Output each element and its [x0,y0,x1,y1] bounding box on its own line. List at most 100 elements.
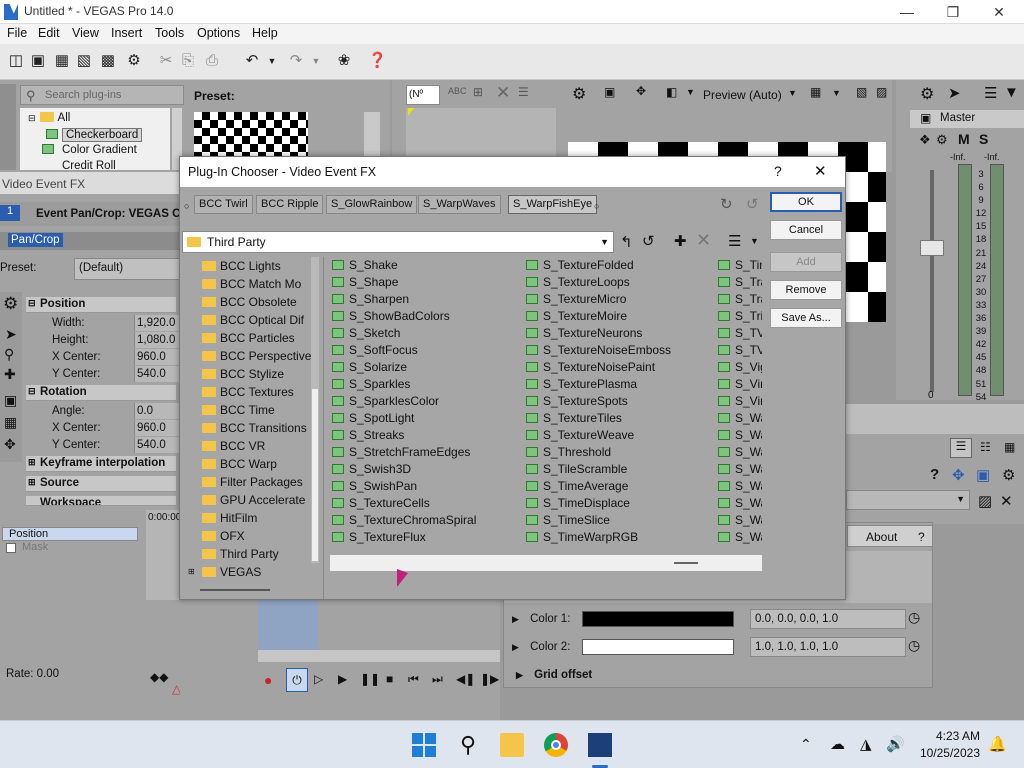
settings-gear-icon[interactable]: ⚙ [126,52,142,70]
whats-this-help-icon[interactable]: ❓ [368,52,387,70]
split-screen-icon[interactable]: ✥ [636,84,646,98]
chain-remove-icon[interactable]: ↺ [746,195,759,213]
go-to-end-icon[interactable]: ⏭ [432,672,443,687]
plugin-item[interactable]: S_Wa [718,530,762,544]
save-icon[interactable]: ▦ [54,52,70,70]
plugin-item[interactable]: S_SparklesColor [332,394,439,408]
menu-options[interactable]: Options [197,26,240,40]
fx-plugin-icon[interactable]: ❀ [336,52,352,70]
chrome-icon[interactable] [544,733,568,757]
plugin-item[interactable]: S_Sharpen [332,292,409,306]
move-icon[interactable]: ✥ [4,436,16,453]
plugin-item[interactable]: S_Shape [332,275,398,289]
record-icon[interactable]: ● [264,672,272,688]
start-menu-icon[interactable] [412,733,436,757]
new-icon[interactable]: ◫ [8,52,24,70]
vegas-taskbar-icon[interactable] [588,733,612,757]
plugin-item[interactable]: S_TextureSpots [526,394,628,408]
property-value[interactable]: 1,920.0 [134,315,180,331]
snap-icon[interactable]: ▣ [4,392,17,409]
plugin-item[interactable]: S_TimeAverage [526,479,628,493]
folder-item[interactable]: BCC Warp [202,457,312,471]
external-monitor-icon[interactable]: ▣ [604,85,615,99]
folder-item[interactable]: HitFilm [202,511,312,525]
rotation-section[interactable]: ⊟ Rotation [26,385,176,401]
plugin-item[interactable]: S_TexturePlasma [526,377,637,391]
menu-help[interactable]: Help [252,26,278,40]
menu-edit[interactable]: Edit [38,26,60,40]
show-hidden-icons-icon[interactable]: ⌃ [800,736,812,753]
pause-icon[interactable]: ❚❚ [360,672,380,686]
search-plugins-input[interactable]: ⚲ Search plug-ins [20,85,184,105]
plugin-item[interactable]: S_Streaks [332,428,404,442]
menu-insert[interactable]: Insert [111,26,142,40]
plugin-item[interactable]: S_TextureChromaSpiral [332,513,476,527]
redo-icon[interactable]: ↷ [288,52,304,70]
new-folder-icon[interactable]: ✚ [674,232,687,250]
color1-animate-icon[interactable]: ◷ [908,609,920,626]
mixer-gear-icon[interactable]: ⚙ [920,84,934,104]
plugin-item[interactable]: S_ShowBadColors [332,309,450,323]
folder-item[interactable]: BCC Time [202,403,312,417]
tree-item-credit-roll[interactable]: Credit Roll [62,160,116,170]
view-details-icon[interactable]: ☷ [980,440,991,454]
solo-button[interactable]: S [979,131,988,147]
property-value[interactable]: 960.0 [134,420,180,436]
dialog-help-button[interactable]: ? [774,163,782,179]
stop-icon[interactable]: ■ [386,672,393,686]
plugin-item[interactable]: S_Sketch [332,326,400,340]
plugin-list-hscroll[interactable] [330,555,762,571]
prev-frame-icon[interactable]: ◀❚ [456,672,475,686]
timeline-scrollbar[interactable] [258,650,500,662]
plugin-item[interactable]: S_Swish3D [332,462,411,476]
folder-item[interactable]: ⊞ VEGAS [188,565,312,579]
folder-item[interactable]: OFX [202,529,312,543]
open-icon[interactable]: ▣ [30,52,46,70]
menu-file[interactable]: File [7,26,27,40]
property-value[interactable]: 1,080.0 [134,332,180,348]
save-snapshot-icon[interactable]: ▨ [876,85,887,99]
play-from-start-icon[interactable]: ▷ [314,672,323,686]
plugin-item[interactable]: S_Vin [718,394,762,408]
overlays-grid-icon[interactable]: ▦ [810,85,821,99]
snap-view-icon[interactable]: ▣ [976,466,990,484]
view-dropdown-icon[interactable]: ▼ [750,236,759,246]
preview-settings-gear-icon[interactable]: ⚙ [572,84,586,104]
go-to-start-icon[interactable]: ⏮ [408,672,419,687]
fit-icon[interactable]: ▦ [4,414,17,431]
copy-snapshot-icon[interactable]: ▧ [856,85,867,99]
props-combo[interactable]: ▼ [846,490,970,510]
keyframe-nav-icon[interactable]: ◆◆ [150,670,168,684]
close-window-button[interactable]: ✕ [976,0,1022,24]
view-menu-icon[interactable]: ☰ [728,232,741,250]
view-grid-icon[interactable]: ▦ [1004,440,1015,454]
folder-path-select[interactable]: Third Party ▼ [182,231,614,253]
plugin-item[interactable]: S_SpotLight [332,411,414,425]
add-button[interactable]: Add [770,252,842,272]
chain-bcc-ripple[interactable]: BCC Ripple [256,195,324,214]
plugin-item[interactable]: S_TextureMicro [526,292,626,306]
plugin-item[interactable]: S_TextureNoisePaint [526,360,655,374]
scroll-icon[interactable]: ⊞ [473,85,483,99]
clock-time[interactable]: 4:23 AM [920,729,980,743]
notification-bell-icon[interactable]: 🔔 [988,735,1007,753]
cut-icon[interactable]: ✂ [158,52,174,70]
chain-s-warpfisheye[interactable]: S_WarpFishEye [508,195,598,214]
folder-item[interactable]: BCC Match Mo [202,277,312,291]
color2-swatch[interactable] [582,639,734,655]
track-mask[interactable]: Mask [2,541,138,555]
color1-value[interactable]: 0.0, 0.0, 0.0, 1.0 [750,609,906,629]
color2-value[interactable]: 1.0, 1.0, 1.0, 1.0 [750,637,906,657]
color2-animate-icon[interactable]: ◷ [908,637,920,654]
props-delete-icon[interactable]: ✕ [1000,492,1013,510]
undo-dropdown-icon[interactable]: ▼ [264,52,280,70]
plugin-item[interactable]: S_StretchFrameEdges [332,445,470,459]
props-gear-icon[interactable]: ⚙ [1002,466,1015,484]
add-keyframe-icon[interactable]: ✚ [4,366,16,383]
folder-item[interactable]: BCC Optical Dif [202,313,312,327]
plugin-item[interactable]: S_Tra [718,292,762,306]
property-value[interactable]: 0.0 [134,403,180,419]
timeline-event[interactable] [258,600,318,650]
dialog-close-button[interactable]: ✕ [814,162,827,180]
folder-tree-scrollbar-thumb[interactable] [312,389,318,561]
